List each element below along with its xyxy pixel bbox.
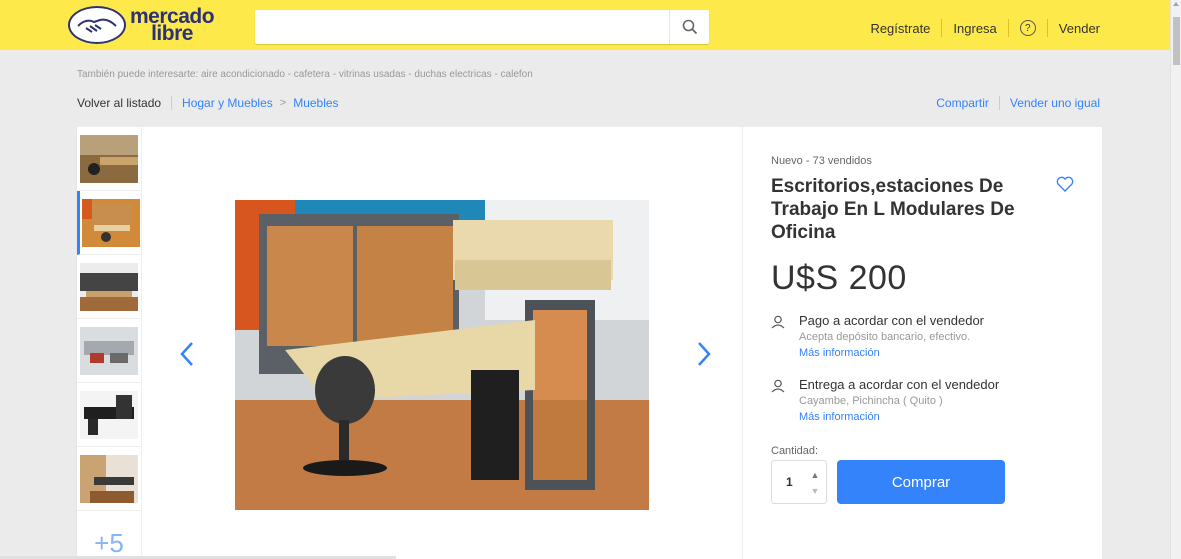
header-nav: Regístrate Ingresa ? Vender: [870, 19, 1100, 37]
buy-button[interactable]: Comprar: [837, 460, 1005, 504]
product-main-image[interactable]: [235, 200, 649, 510]
product-info-panel: Nuevo - 73 vendidos Escritorios,estacion…: [742, 127, 1102, 559]
payment-detail: Acepta depósito bancario, efectivo.: [799, 331, 971, 343]
thumbnail-image: [81, 198, 140, 247]
quantity-value: 1: [786, 475, 793, 489]
listing-actions: Compartir Vender uno igual: [936, 96, 1100, 110]
payment-title: Pago a acordar con el vendedor: [799, 313, 985, 328]
search-input[interactable]: [255, 10, 665, 44]
breadcrumb-category[interactable]: Hogar y Muebles: [182, 96, 273, 110]
chevron-left-icon[interactable]: [179, 340, 195, 368]
breadcrumb-subcategory[interactable]: Muebles: [293, 96, 338, 110]
person-icon: [771, 379, 785, 393]
login-link[interactable]: Ingresa: [953, 21, 996, 36]
scroll-up-arrow-icon[interactable]: [1173, 2, 1179, 6]
breadcrumb: Volver al listado Hogar y Muebles > Mueb…: [77, 96, 339, 110]
thumbnail-3[interactable]: [77, 255, 141, 319]
nav-divider: [1046, 19, 1048, 37]
thumbnail-image: [80, 390, 138, 439]
photo-gallery: [142, 127, 742, 559]
delivery-title: Entrega a acordar con el vendedor: [799, 377, 1000, 392]
chevron-right-icon[interactable]: [696, 340, 712, 368]
breadcrumb-divider: [171, 96, 173, 110]
delivery-more-info-link[interactable]: Más información: [799, 411, 880, 423]
thumbnail-image: [80, 326, 138, 375]
search-box: [255, 10, 709, 44]
header-bar: mercado libre Regístrate Ingresa ? Vende…: [0, 0, 1170, 50]
heart-icon[interactable]: [1056, 175, 1074, 193]
delivery-location: Cayambe, Pichincha ( Quito ): [799, 395, 943, 407]
payment-more-info-link[interactable]: Más información: [799, 347, 880, 359]
logo-text: mercado libre: [130, 5, 215, 45]
thumbnail-image: [80, 262, 138, 311]
search-icon: [682, 19, 697, 35]
thumbnail-4[interactable]: [77, 319, 141, 383]
product-title: Escritorios,estaciones De Trabajo En L M…: [771, 176, 1015, 243]
sell-same-link[interactable]: Vender uno igual: [1010, 96, 1100, 110]
help-icon[interactable]: ?: [1019, 20, 1036, 36]
condition-sold-count: Nuevo - 73 vendidos: [771, 155, 872, 167]
more-photos-button[interactable]: +5: [77, 517, 141, 559]
thumbnail-2[interactable]: [77, 191, 141, 255]
thumbnail-image: [80, 454, 138, 503]
thumbnail-6[interactable]: [77, 447, 141, 511]
quantity-stepper[interactable]: 1 ▲ ▼: [771, 460, 827, 504]
share-link[interactable]: Compartir: [936, 96, 989, 110]
nav-divider: [941, 19, 943, 37]
product-card: +5 Nuevo - 73 vendidos Escritorios,estac…: [77, 127, 1102, 559]
chevron-right-icon: >: [279, 97, 287, 109]
actions-divider: [998, 96, 1000, 110]
sell-link[interactable]: Vender: [1059, 21, 1100, 36]
product-price: U$S 200: [771, 259, 907, 297]
mercadolibre-logo[interactable]: mercado libre: [68, 5, 215, 45]
back-to-list-link[interactable]: Volver al listado: [77, 96, 161, 110]
search-button[interactable]: [669, 10, 709, 44]
register-link[interactable]: Regístrate: [870, 21, 930, 36]
page-scrollbar[interactable]: [1170, 0, 1181, 559]
thumbnail-1[interactable]: [77, 127, 141, 191]
thumbnail-image: [80, 134, 138, 183]
related-searches: También puede interesarte: aire acondici…: [77, 69, 533, 80]
nav-divider: [1007, 19, 1009, 37]
chevron-up-icon[interactable]: ▲: [808, 469, 822, 481]
thumbnail-strip: +5: [77, 127, 142, 559]
scroll-thumb[interactable]: [1173, 17, 1180, 65]
person-icon: [771, 315, 785, 329]
chevron-down-icon[interactable]: ▼: [808, 485, 822, 497]
handshake-icon: [68, 6, 126, 44]
quantity-label: Cantidad:: [771, 445, 819, 457]
thumbnail-5[interactable]: [77, 383, 141, 447]
